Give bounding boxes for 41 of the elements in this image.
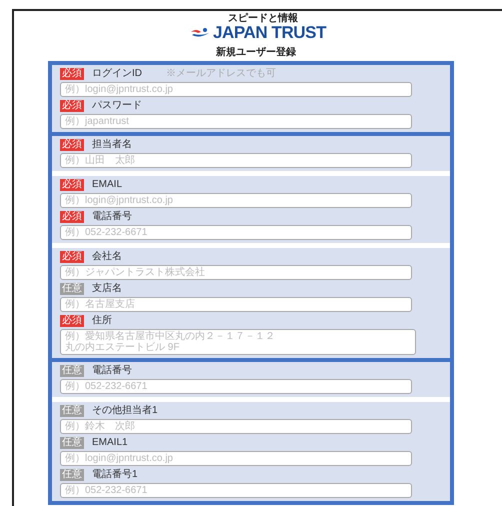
input-field[interactable]: 例）052-232-6671 xyxy=(60,483,412,498)
input-field[interactable]: 例）052-232-6671 xyxy=(60,379,412,394)
field-label: 会社名 xyxy=(92,251,122,263)
badge: 任意 xyxy=(60,283,84,295)
badge: 任意 xyxy=(60,405,84,417)
input-field[interactable]: 例）login@jpntrust.co.jp xyxy=(60,451,412,466)
field-label: 電話番号1 xyxy=(92,469,138,481)
badge: 任意 xyxy=(60,365,84,377)
badge: 必須 xyxy=(60,179,84,191)
input-field[interactable]: 例）japantrust xyxy=(60,114,412,129)
input-field[interactable]: 例）login@jpntrust.co.jp xyxy=(60,193,412,208)
badge: 任意 xyxy=(60,469,84,481)
input-field[interactable]: 例）login@jpntrust.co.jp xyxy=(60,82,412,97)
input-field[interactable]: 例）名古屋支店 xyxy=(60,297,412,312)
field-note: ※メールアドレスでも可 xyxy=(166,68,276,80)
badge: 必須 xyxy=(60,251,84,263)
logo-tagline: スピードと情報 xyxy=(228,14,298,24)
field-label: 電話番号 xyxy=(92,365,132,377)
badge: 必須 xyxy=(60,100,84,112)
badge: 必須 xyxy=(60,68,84,80)
logo-icon xyxy=(190,27,210,39)
field-label: 支店名 xyxy=(92,283,122,295)
field-label: 担当者名 xyxy=(92,139,132,151)
field-label: その他担当者1 xyxy=(92,405,158,417)
input-field[interactable]: 例）山田 太郎 xyxy=(60,153,412,168)
field-label: 住所 xyxy=(92,315,112,327)
field-label: パスワード xyxy=(92,100,142,112)
input-field[interactable]: 例）愛知県名古屋市中区丸の内２－１７－１２丸の内エステートビル 9F xyxy=(60,329,416,355)
input-field[interactable]: 例）ジャパントラスト株式会社 xyxy=(60,265,412,280)
page-title: 新規ユーザー登録 xyxy=(216,47,296,59)
field-label: ログインID xyxy=(92,68,142,80)
input-field[interactable]: 例）052-232-6671 xyxy=(60,225,412,240)
badge: 必須 xyxy=(60,139,84,151)
field-label: EMAIL1 xyxy=(92,437,128,449)
logo: JAPAN TRUST xyxy=(212,24,326,42)
input-field[interactable]: 例）鈴木 次郎 xyxy=(60,419,412,434)
badge: 必須 xyxy=(60,211,84,223)
field-label: 電話番号 xyxy=(92,211,132,223)
badge: 必須 xyxy=(60,315,84,327)
field-label: EMAIL xyxy=(92,179,122,191)
badge: 任意 xyxy=(60,437,84,449)
